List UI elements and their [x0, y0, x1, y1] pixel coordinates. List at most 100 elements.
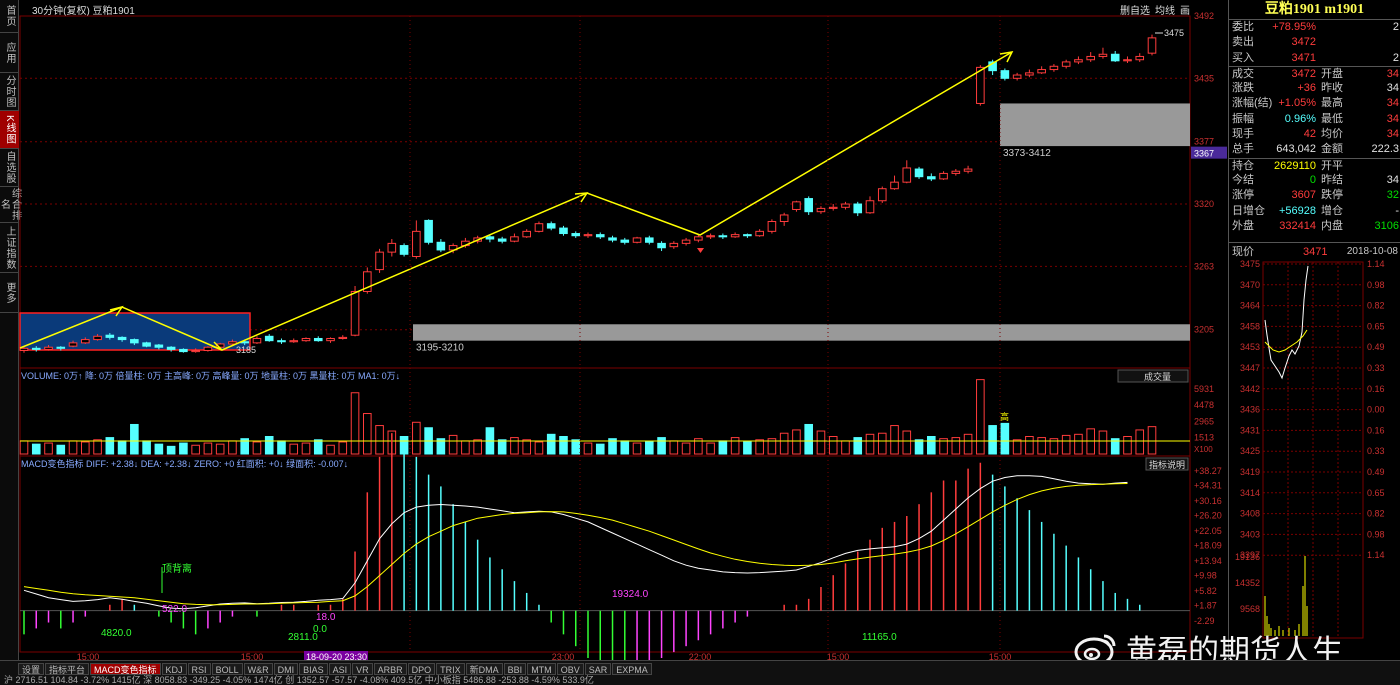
volume-axis-unit: X100 — [1194, 445, 1213, 454]
time-axis-label: 15:00 — [77, 652, 100, 660]
gap-label-1: 3195-3210 — [416, 343, 464, 354]
mini-price-label: 现价 — [1232, 246, 1254, 259]
mini-price-value: 3471 — [1303, 246, 1328, 259]
candle-body — [117, 336, 127, 341]
macd-axis-label: +9.98 — [1194, 571, 1217, 581]
candle-body — [387, 242, 397, 253]
volume-bar — [988, 425, 997, 455]
quote-row: 现手 42 均价 34 — [1229, 127, 1400, 142]
volume-axis-label: 2965 — [1194, 417, 1214, 427]
volume-bar — [179, 442, 188, 455]
volume-bar — [546, 433, 556, 455]
mini-left-tick: 3408 — [1240, 509, 1260, 519]
volume-bar — [461, 440, 470, 455]
last-price-annot: 3475 — [1164, 28, 1184, 38]
volume-bar — [595, 443, 605, 455]
candle-body — [252, 337, 262, 344]
volume-bar — [338, 441, 348, 455]
candle-body — [1135, 55, 1145, 61]
volume-bar — [914, 439, 924, 455]
quote-label-2: 最高 — [1321, 97, 1343, 110]
candle-body — [399, 245, 409, 255]
volume-bar — [142, 440, 151, 455]
mini-right-tick: 0.82 — [1367, 301, 1385, 311]
indicator-tab[interactable]: 指标平台 — [45, 663, 90, 675]
volume-bar — [841, 440, 850, 455]
quote-value: +78.95% — [1272, 21, 1316, 33]
indicator-tab[interactable]: ARBR — [373, 663, 407, 675]
quote-value-2: 2 — [1392, 21, 1399, 33]
indicator-tab[interactable]: EXPMA — [612, 663, 652, 675]
intraday-mini-chart[interactable]: 3475 1.14 3470 0.98 3464 0.82 3458 0.65 3453 0.49… — [1229, 259, 1400, 640]
quote-label-2: 开盘 — [1321, 67, 1343, 80]
volume-bar — [81, 441, 90, 455]
indicator-tab[interactable]: OBV — [556, 663, 584, 675]
volume-bar — [1074, 433, 1083, 455]
indicator-tab[interactable]: 新DMA — [465, 663, 503, 675]
indicator-tab[interactable]: DPO — [407, 663, 436, 675]
candle-body — [583, 234, 593, 237]
candle-body — [68, 342, 78, 347]
mini-right-tick: 0.33 — [1367, 446, 1385, 456]
indicator-tab[interactable]: ASI — [328, 663, 352, 675]
macd-annotation: 19324.0 — [612, 589, 649, 600]
candle-body — [19, 347, 29, 352]
candle-body — [1049, 65, 1059, 71]
candle-body — [620, 239, 630, 243]
macd-legend: MACD变色指标 DIFF: +2.38↓ DEA: +2.38↓ ZERO: … — [21, 458, 348, 469]
quote-label-2: 昨结 — [1321, 173, 1343, 186]
indicator-tab[interactable]: BBI — [503, 663, 527, 675]
kline-chart-area[interactable]: 3492 3435 3377 3367 3320 3263 3205 3195-3210 337… — [0, 0, 1228, 660]
candle-body — [927, 176, 936, 180]
indicator-tab[interactable]: VR — [352, 663, 373, 675]
mini-right-tick: 0.16 — [1367, 426, 1385, 436]
quote-label: 买入 — [1232, 51, 1254, 64]
volume-bar — [289, 443, 299, 455]
quote-label: 总手 — [1232, 143, 1254, 156]
candle-body — [56, 346, 66, 349]
indicator-tab[interactable]: BIAS — [299, 663, 328, 675]
quote-label-2: 金额 — [1321, 143, 1343, 156]
quote-value: 643,042 — [1276, 143, 1316, 156]
indicator-tab[interactable]: KDJ — [161, 663, 187, 675]
volume-bar — [93, 439, 102, 455]
volume-bar — [350, 392, 360, 455]
indicator-tab[interactable]: RSI — [187, 663, 211, 675]
quote-row: 持仓 2629110 开平 — [1229, 157, 1400, 173]
indicator-tab[interactable]: MTM — [527, 663, 556, 675]
quote-row: 日增仓 +56928 增仓 - — [1229, 204, 1400, 219]
macd-axis-label: +5.82 — [1194, 586, 1217, 596]
indicator-tab[interactable]: BOLL — [211, 663, 243, 675]
quote-value: 2629110 — [1273, 159, 1316, 172]
candle-body — [264, 335, 274, 342]
volume-bar — [571, 439, 581, 455]
candle-body — [1110, 53, 1120, 62]
quote-value-2: - — [1395, 204, 1399, 217]
macd-axis-label: +26.20 — [1194, 511, 1222, 521]
quote-value: 332414 — [1279, 219, 1316, 232]
indicator-tab[interactable]: SAR — [584, 663, 612, 675]
volume-bar — [1061, 434, 1071, 455]
volume-bar — [1000, 422, 1010, 455]
candle-body — [93, 335, 102, 341]
volume-bar — [730, 437, 740, 455]
volume-bar — [154, 443, 164, 455]
candle-body — [142, 342, 151, 347]
volume-bar — [804, 423, 813, 455]
volume-bar — [583, 442, 593, 455]
macd-annotation: 11165.0 — [862, 632, 897, 643]
indicator-tab[interactable]: MACD变色指标 — [90, 663, 161, 675]
candle-body — [338, 336, 348, 339]
quote-label-2: 开平 — [1321, 159, 1343, 172]
volume-bar — [191, 444, 200, 455]
indicator-tab[interactable]: 设置 — [18, 663, 45, 675]
quote-label-2: 内盘 — [1321, 219, 1343, 232]
indicator-tab[interactable]: TRIX — [436, 663, 465, 675]
volume-axis-label: 5931 — [1194, 384, 1214, 394]
macd-dea-line — [23, 483, 1128, 606]
candle-body — [424, 219, 433, 243]
indicator-tab[interactable]: DMI — [273, 663, 299, 675]
indicator-tab[interactable]: W&R — [243, 663, 273, 675]
quote-row: 卖出 3472 — [1229, 35, 1400, 50]
candle-body — [546, 223, 556, 229]
